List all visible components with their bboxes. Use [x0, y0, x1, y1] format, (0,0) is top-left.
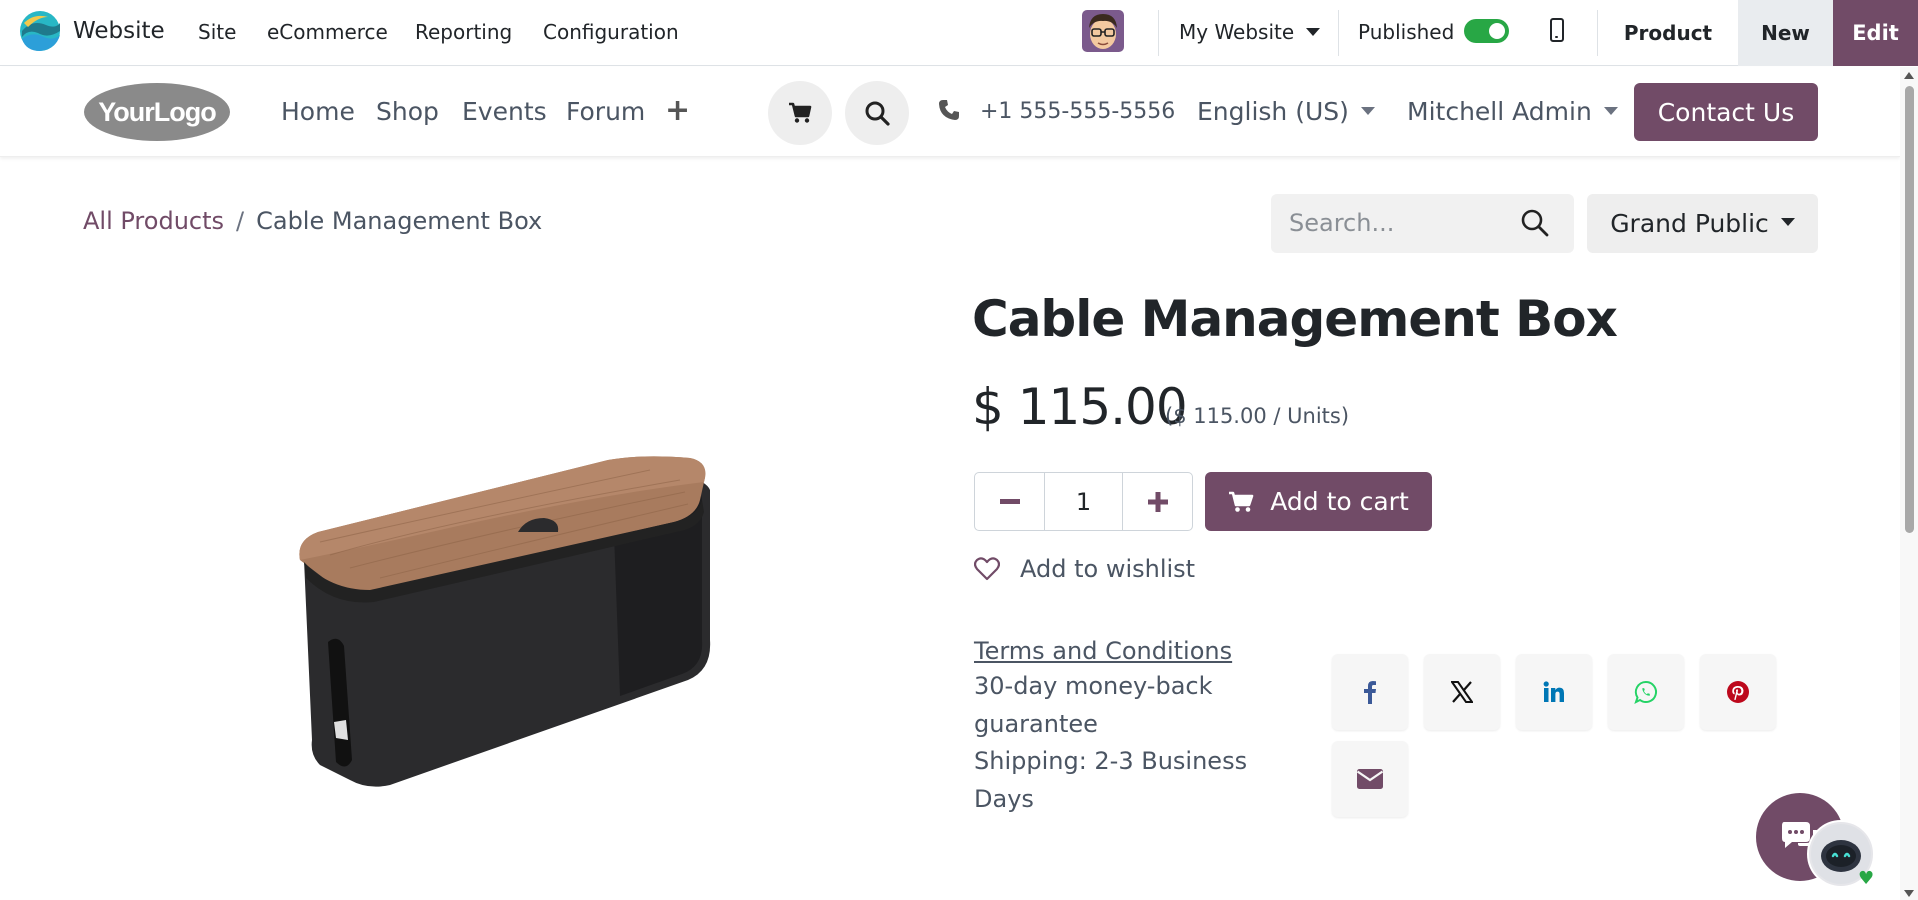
chevron-down-icon: [1360, 107, 1375, 115]
website-app-icon[interactable]: [18, 9, 62, 53]
phone-icon: [939, 100, 959, 120]
plus-icon: [1147, 491, 1168, 512]
breadcrumb-separator: /: [236, 207, 245, 235]
share-linkedin-button[interactable]: [1516, 654, 1592, 730]
add-to-cart-button[interactable]: Add to cart: [1205, 472, 1432, 531]
quantity-stepper: 1: [974, 472, 1193, 531]
share-pinterest-button[interactable]: [1700, 654, 1776, 730]
menu-reporting[interactable]: Reporting: [415, 20, 512, 44]
header-search-button[interactable]: [845, 81, 909, 145]
wishlist-label: Add to wishlist: [1020, 555, 1196, 583]
share-whatsapp-button[interactable]: [1608, 654, 1684, 730]
language-label: English (US): [1197, 97, 1349, 126]
shipping-text-line1: Shipping: 2-3 Business: [974, 747, 1248, 775]
product-button[interactable]: Product: [1598, 0, 1738, 66]
x-icon: [1451, 681, 1473, 703]
search-icon[interactable]: [1520, 208, 1550, 238]
user-menu[interactable]: Mitchell Admin: [1407, 97, 1618, 126]
language-selector[interactable]: English (US): [1197, 97, 1375, 126]
breadcrumb-current: Cable Management Box: [256, 207, 543, 235]
chevron-down-icon: [1780, 217, 1795, 226]
scroll-down-arrow-icon[interactable]: [1904, 890, 1914, 897]
admin-bar: Website Site eCommerce Reporting Configu…: [0, 0, 1918, 66]
add-to-cart-label: Add to cart: [1270, 487, 1409, 516]
cart-icon: [1229, 491, 1254, 512]
quantity-increase-button[interactable]: [1122, 473, 1192, 530]
edit-button[interactable]: Edit: [1833, 0, 1918, 66]
heart-icon: [974, 557, 1000, 581]
cart-button[interactable]: [768, 81, 832, 145]
unit-price: ($ 115.00 / Units): [1165, 404, 1350, 428]
share-x-button[interactable]: [1424, 654, 1500, 730]
online-heart-icon: ♥: [1858, 868, 1875, 889]
linkedin-icon: [1543, 681, 1564, 702]
quantity-decrease-button[interactable]: [975, 473, 1045, 530]
menu-site[interactable]: Site: [198, 20, 236, 44]
site-header: YourLogo Home Shop Events Forum + +1 555…: [0, 67, 1900, 157]
product-price: $ 115.00: [972, 378, 1188, 436]
shipping-text-line2: Days: [974, 785, 1034, 813]
nav-events[interactable]: Events: [462, 97, 547, 126]
guarantee-text-line2: guarantee: [974, 710, 1098, 738]
new-button[interactable]: New: [1738, 0, 1833, 66]
product-image[interactable]: [290, 420, 730, 790]
scrollbar-thumb[interactable]: [1905, 86, 1914, 533]
contact-us-button[interactable]: Contact Us: [1634, 83, 1818, 141]
published-label: Published: [1358, 20, 1455, 44]
search-icon: [865, 101, 890, 126]
site-logo[interactable]: YourLogo: [82, 81, 232, 143]
breadcrumb-all-products[interactable]: All Products: [83, 207, 224, 235]
facebook-icon: [1364, 681, 1376, 704]
whatsapp-icon: [1634, 680, 1657, 704]
nav-home[interactable]: Home: [281, 97, 355, 126]
guarantee-text-line1: 30-day money-back: [974, 672, 1213, 700]
app-name[interactable]: Website: [73, 18, 165, 44]
menu-ecommerce[interactable]: eCommerce: [267, 20, 388, 44]
pricelist-label: Grand Public: [1610, 209, 1769, 238]
share-facebook-button[interactable]: [1332, 654, 1408, 730]
breadcrumb: All Products / Cable Management Box: [83, 207, 542, 235]
chevron-down-icon: [1603, 107, 1618, 115]
website-selector-label: My Website: [1179, 20, 1295, 44]
nav-shop[interactable]: Shop: [376, 97, 439, 126]
phone-number[interactable]: +1 555-555-5556: [980, 99, 1175, 124]
chevron-down-icon: [1306, 27, 1321, 36]
add-menu-plus-icon[interactable]: +: [665, 96, 690, 126]
cart-icon: [789, 102, 812, 123]
search-input[interactable]: [1289, 208, 1509, 238]
scroll-up-arrow-icon[interactable]: [1904, 72, 1914, 79]
minus-icon: [999, 498, 1020, 504]
product-name: Cable Management Box: [972, 290, 1618, 348]
pinterest-icon: [1727, 681, 1749, 703]
published-toggle[interactable]: [1464, 19, 1509, 43]
quantity-input[interactable]: 1: [1045, 473, 1122, 530]
divider: [1338, 10, 1339, 56]
terms-and-conditions-link[interactable]: Terms and Conditions: [974, 637, 1232, 665]
nav-forum[interactable]: Forum: [566, 97, 645, 126]
add-to-wishlist-link[interactable]: Add to wishlist: [974, 555, 1195, 583]
email-icon: [1357, 769, 1383, 789]
share-email-button[interactable]: [1332, 741, 1408, 817]
mobile-preview-icon[interactable]: [1550, 18, 1564, 42]
pricelist-dropdown[interactable]: Grand Public: [1587, 194, 1818, 253]
menu-configuration[interactable]: Configuration: [543, 20, 679, 44]
divider: [1158, 10, 1159, 56]
user-avatar[interactable]: [1082, 10, 1124, 52]
svg-text:YourLogo: YourLogo: [98, 97, 216, 127]
website-selector[interactable]: My Website: [1179, 20, 1321, 44]
user-name: Mitchell Admin: [1407, 97, 1592, 126]
